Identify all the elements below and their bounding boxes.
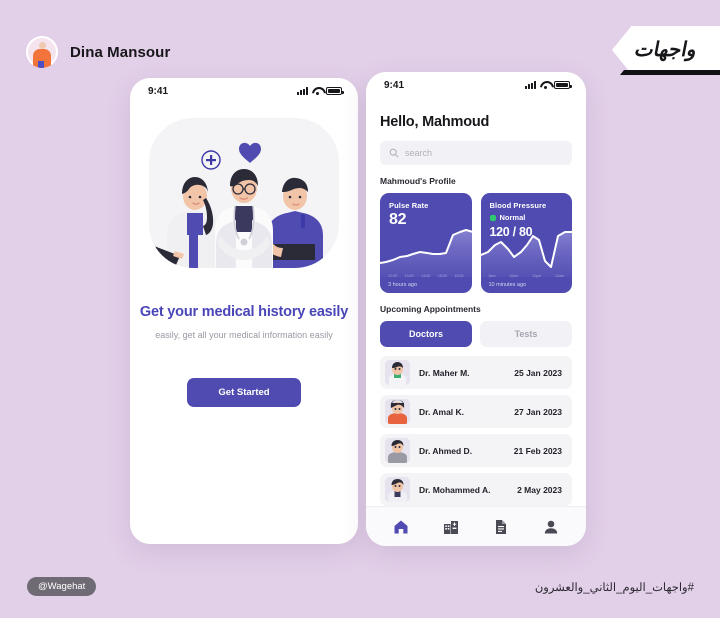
appointment-date: 25 Jan 2023 [514,367,562,378]
list-item[interactable]: Dr. Ahmed D. 21 Feb 2023 [380,434,572,467]
bp-chart-xticks: 9pm 10pm 11pm 12am [488,274,565,278]
author-name: Dina Mansour [70,43,171,61]
nav-hospital-button[interactable] [439,515,463,539]
appointment-date: 27 Jan 2023 [514,406,562,417]
brand-ribbon-shadow [620,70,720,75]
wifi-icon [540,81,550,89]
list-item[interactable]: Dr. Mohammed A. 2 May 2023 [380,473,572,506]
appointment-list: Dr. Maher M. 25 Jan 2023 Dr. Amal K. 27 … [380,356,572,506]
home-icon [394,520,408,533]
card-timestamp: 10 minutes ago [488,282,527,288]
pulse-chart-xticks: 12:00 13:00 14:00 15:00 16:00 [388,274,464,278]
appointment-date: 2 May 2023 [517,484,562,495]
nav-home-button[interactable] [389,515,413,539]
dashboard-screen: 9:41 Hello, Mahmoud Mahmoud's Profile Pu… [366,72,586,546]
hospital-icon [444,520,458,534]
medical-team-illustration [149,118,339,268]
card-title: Pulse Rate [389,201,429,210]
doctor-name: Dr. Amal K. [419,406,465,417]
person-icon [544,520,558,533]
doctor-name: Dr. Ahmed D. [419,445,473,456]
card-timestamp: 3 hours ago [388,282,418,288]
page-subtitle: easily, get all your medical information… [155,330,333,340]
blood-pressure-chart [480,231,572,277]
wifi-icon [312,87,322,95]
status-bar: 9:41 [130,78,358,104]
status-bar: 9:41 [366,72,586,98]
nav-profile-button[interactable] [539,515,563,539]
tab-tests[interactable]: Tests [480,321,572,347]
signal-bars-icon [297,87,308,95]
tab-doctors[interactable]: Doctors [380,321,472,347]
person-avatar-icon [26,36,58,68]
battery-icon [554,81,572,89]
avatar [385,438,410,463]
avatar [385,360,410,385]
search-input[interactable] [405,148,563,158]
signal-bars-icon [525,81,536,89]
document-icon [496,519,506,534]
doctor-name: Dr. Maher M. [419,367,470,378]
brand-ribbon: واجهات [612,26,720,74]
get-started-button[interactable]: Get Started [187,378,301,408]
page-title: Get your medical history easily [139,304,349,320]
pulse-rate-card[interactable]: Pulse Rate 82 12:00 13:00 14:00 15:00 16:00 … [380,193,472,293]
nav-documents-button[interactable] [489,515,513,539]
appointment-tabs: Doctors Tests [380,321,572,347]
list-item[interactable]: Dr. Amal K. 27 Jan 2023 [380,395,572,428]
status-time: 9:41 [148,85,169,97]
avatar [385,399,410,424]
author-badge: Dina Mansour [26,36,170,68]
bottom-navigation [366,506,586,546]
handle-badge: @Wagehat [27,577,97,596]
battery-icon [326,87,344,95]
appointments-section-label: Upcoming Appointments [380,304,481,314]
brand-logo-text: واجهات [633,39,699,61]
card-title: Blood Pressure [489,201,547,210]
blood-pressure-card[interactable]: Blood Pressure Normal 120 / 80 9pm 10pm … [480,193,572,293]
onboarding-screen: 9:41 Get your medical history easily eas… [130,78,358,544]
search-icon [389,148,399,158]
list-item[interactable]: Dr. Maher M. 25 Jan 2023 [380,356,572,389]
pulse-chart [380,229,472,277]
hashtag-text: #واجهات_اليوم_الثاني_والعشرون [534,582,694,594]
appointment-date: 21 Feb 2023 [513,445,562,456]
profile-section-label: Mahmoud's Profile [380,176,456,186]
status-time: 9:41 [384,79,405,91]
greeting-title: Hello, Mahmoud [380,114,490,130]
avatar [385,477,410,502]
search-bar[interactable] [380,141,572,165]
doctor-name: Dr. Mohammed A. [419,484,491,495]
